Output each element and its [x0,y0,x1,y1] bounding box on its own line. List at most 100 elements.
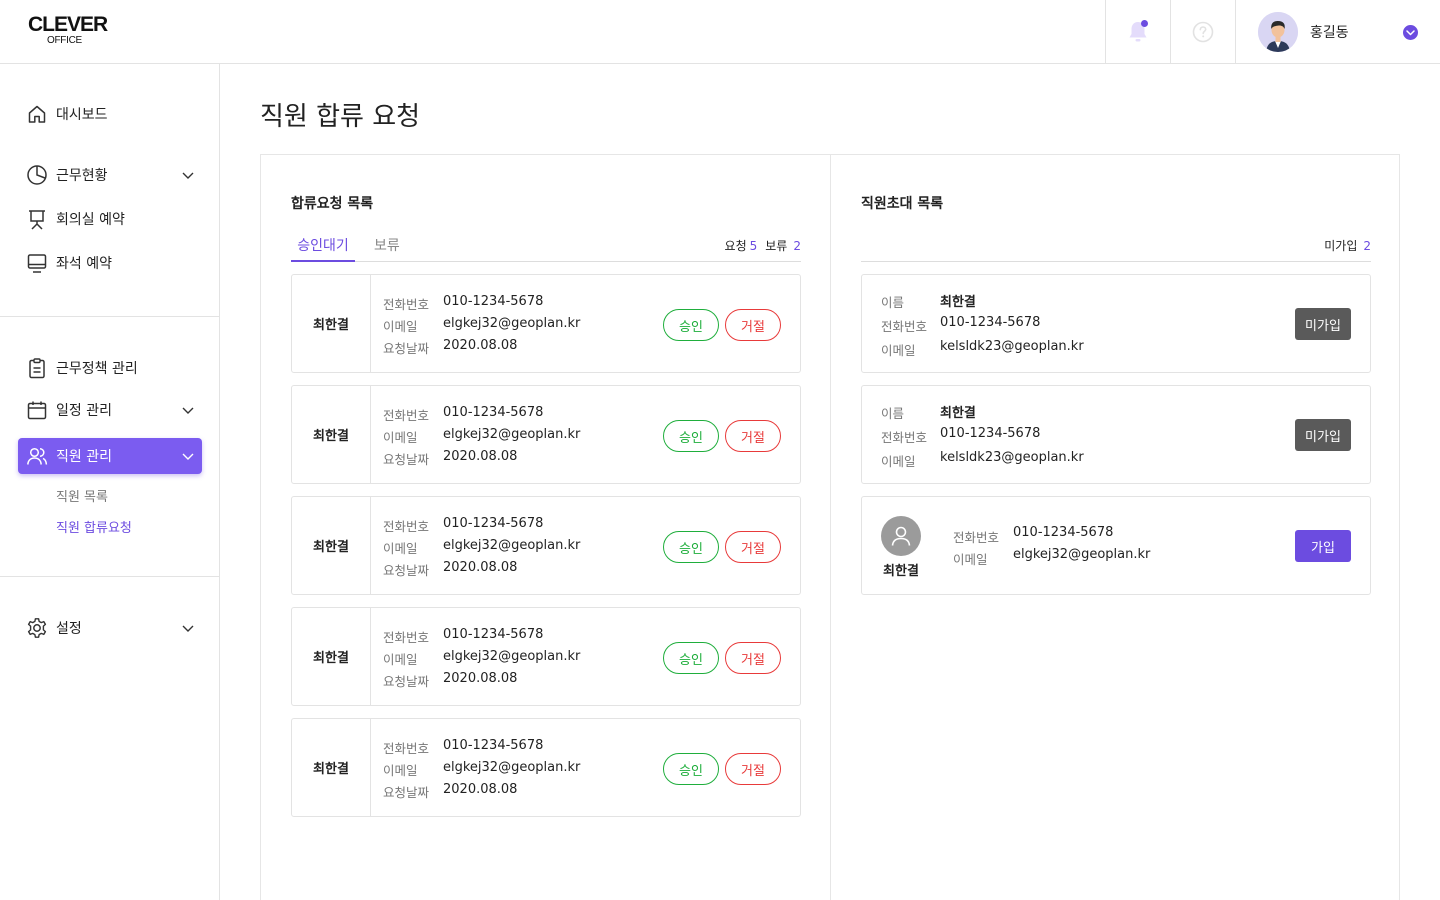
sidebar-item-label: 근무정책 관리 [56,361,138,377]
sidebar-item-settings[interactable]: 설정 [18,610,202,646]
phone-label: 전화번호 [383,630,430,645]
requester-name: 최한결 [292,497,371,594]
calendar-icon [26,399,48,421]
date-value: 2020.08.08 [443,671,518,686]
request-card: 최한결 전화번호 010-1234-5678 이메일 elgkej32@geop… [291,496,801,595]
email-value: elgkej32@geoplan.kr [443,538,581,553]
clipboard-icon [26,357,48,379]
reject-button[interactable]: 거절 [725,642,781,674]
email-value: elgkej32@geoplan.kr [443,760,581,775]
email-label: 이메일 [383,319,418,334]
phone-value: 010-1234-5678 [443,516,544,531]
panel-title: 직원초대 목록 [861,196,944,212]
notification-button[interactable] [1105,0,1170,63]
email-value: elgkej32@geoplan.kr [443,316,581,331]
gear-icon [26,617,48,639]
approve-button[interactable]: 승인 [663,642,719,674]
request-tabs: 승인대기 보류 요청 5 보류 2 [291,235,801,262]
sidebar-item-label: 대시보드 [56,107,108,123]
sidebar-item-schedule[interactable]: 일정 관리 [18,392,202,428]
chevron-down-icon[interactable] [1403,25,1418,40]
help-button[interactable] [1170,0,1235,63]
tab-hold[interactable]: 보류 [374,235,400,262]
email-value: kelsldk23@geoplan.kr [940,450,1084,465]
sidebar-subitem-join-requests[interactable]: 직원 합류요청 [56,517,132,536]
sidebar-item-work-status[interactable]: 근무현황 [18,157,202,193]
date-label: 요청날짜 [383,563,430,578]
chevron-down-icon [182,407,194,414]
name-label: 이름 [881,295,905,310]
reject-button[interactable]: 거절 [725,420,781,452]
home-icon [26,103,48,125]
page-title: 직원 합류 요청 [260,102,421,132]
invite-card: 이름 최한결 전화번호 010-1234-5678 이메일 kelsldk23@… [861,274,1371,373]
unjoined-button[interactable]: 미가입 [1295,308,1351,340]
hold-count-label: 보류 [765,239,788,253]
top-header: CLEVER OFFICE 홍길동 [0,0,1440,64]
clever-office-logo[interactable]: CLEVER OFFICE [28,14,108,50]
name-value: 최한결 [940,406,976,421]
invite-card: 이름 최한결 전화번호 010-1234-5678 이메일 kelsldk23@… [861,385,1371,484]
name-value: 최한결 [883,564,919,579]
phone-value: 010-1234-5678 [443,294,544,309]
date-label: 요청날짜 [383,785,430,800]
request-count-label: 요청 [724,239,747,253]
sidebar-item-meeting-room[interactable]: 회의실 예약 [18,201,202,237]
phone-label: 전화번호 [383,519,430,534]
email-value: kelsldk23@geoplan.kr [940,339,1084,354]
phone-value: 010-1234-5678 [443,738,544,753]
email-value: elgkej32@geoplan.kr [1013,547,1151,562]
unjoined-count-label: 미가입 [1324,239,1358,253]
unjoined-count: 2 [1363,239,1371,253]
user-name: 홍길동 [1310,24,1349,41]
sidebar-item-seat[interactable]: 좌석 예약 [18,245,202,281]
help-icon [1192,21,1214,42]
notification-dot [1141,19,1148,27]
reject-button[interactable]: 거절 [725,309,781,341]
sidebar-item-label: 일정 관리 [56,403,112,419]
phone-label: 전화번호 [953,530,1000,545]
monitor-icon [26,252,48,274]
sidebar-item-label: 회의실 예약 [56,212,125,228]
approve-button[interactable]: 승인 [663,420,719,452]
email-label: 이메일 [383,652,418,667]
phone-label: 전화번호 [881,319,928,334]
logo-text-top: CLEVER [28,13,108,36]
panel-title: 합류요청 목록 [291,196,374,212]
approve-button[interactable]: 승인 [663,753,719,785]
date-label: 요청날짜 [383,674,430,689]
chevron-down-icon [182,172,194,179]
reject-button[interactable]: 거절 [725,753,781,785]
reject-button[interactable]: 거절 [725,531,781,563]
email-label: 이메일 [953,552,988,567]
pie-chart-icon [26,164,48,186]
email-label: 이메일 [881,454,916,469]
phone-label: 전화번호 [383,297,430,312]
logo-text-bottom: OFFICE [47,35,82,46]
requester-name: 최한결 [292,275,371,372]
user-menu[interactable]: 홍길동 [1235,0,1440,63]
sidebar-item-label: 설정 [56,621,82,637]
phone-label: 전화번호 [383,741,430,756]
email-label: 이메일 [383,430,418,445]
users-icon [26,445,48,467]
sidebar-item-staff-management[interactable]: 직원 관리 [18,438,202,474]
date-value: 2020.08.08 [443,782,518,797]
sidebar-divider [0,316,219,317]
approve-button[interactable]: 승인 [663,531,719,563]
phone-value: 010-1234-5678 [443,627,544,642]
sidebar-item-label: 좌석 예약 [56,256,112,272]
sidebar-subitem-staff-list[interactable]: 직원 목록 [56,486,108,505]
phone-value: 010-1234-5678 [443,405,544,420]
join-button[interactable]: 가입 [1295,530,1351,562]
date-value: 2020.08.08 [443,338,518,353]
sidebar-item-work-policy[interactable]: 근무정책 관리 [18,350,202,386]
sidebar-item-label: 직원 관리 [56,449,112,465]
sidebar-item-dashboard[interactable]: 대시보드 [18,96,202,132]
requester-name: 최한결 [292,386,371,483]
tab-pending[interactable]: 승인대기 [291,235,355,262]
approve-button[interactable]: 승인 [663,309,719,341]
avatar [881,516,921,556]
unjoined-button[interactable]: 미가입 [1295,419,1351,451]
requester-name: 최한결 [292,608,371,705]
